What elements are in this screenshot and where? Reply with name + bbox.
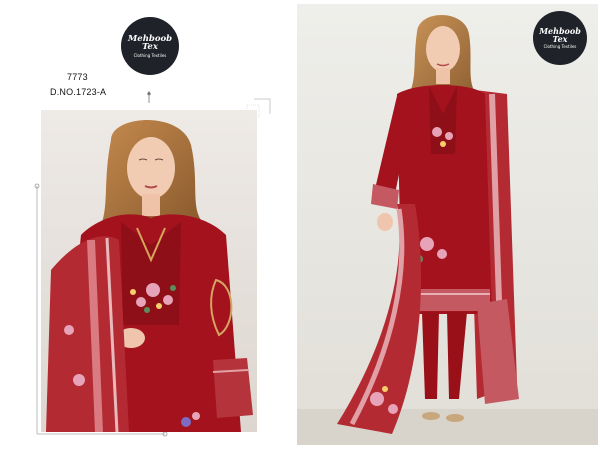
model-full-length-image: Mehboob Tex Clothing Textiles [297,4,598,445]
brand-name: Mehboob Tex [127,33,173,52]
design-code: D.NO.1723-A [50,87,107,97]
brand-name: Mehboob Tex [539,26,581,44]
brand-logo: Mehboob Tex Clothing Textiles [533,11,587,65]
brand-logo: Mehboob Tex Clothing Textiles [121,17,179,75]
brand-subtitle: Clothing Textiles [133,52,167,58]
design-number: 7773 [67,72,88,82]
brand-subtitle: Clothing Textiles [543,44,577,49]
flower-icon [147,91,151,103]
left-panel: Mehboob Tex Clothing Textiles 7773 D.NO.… [0,0,300,450]
model-closeup-image [41,110,257,432]
